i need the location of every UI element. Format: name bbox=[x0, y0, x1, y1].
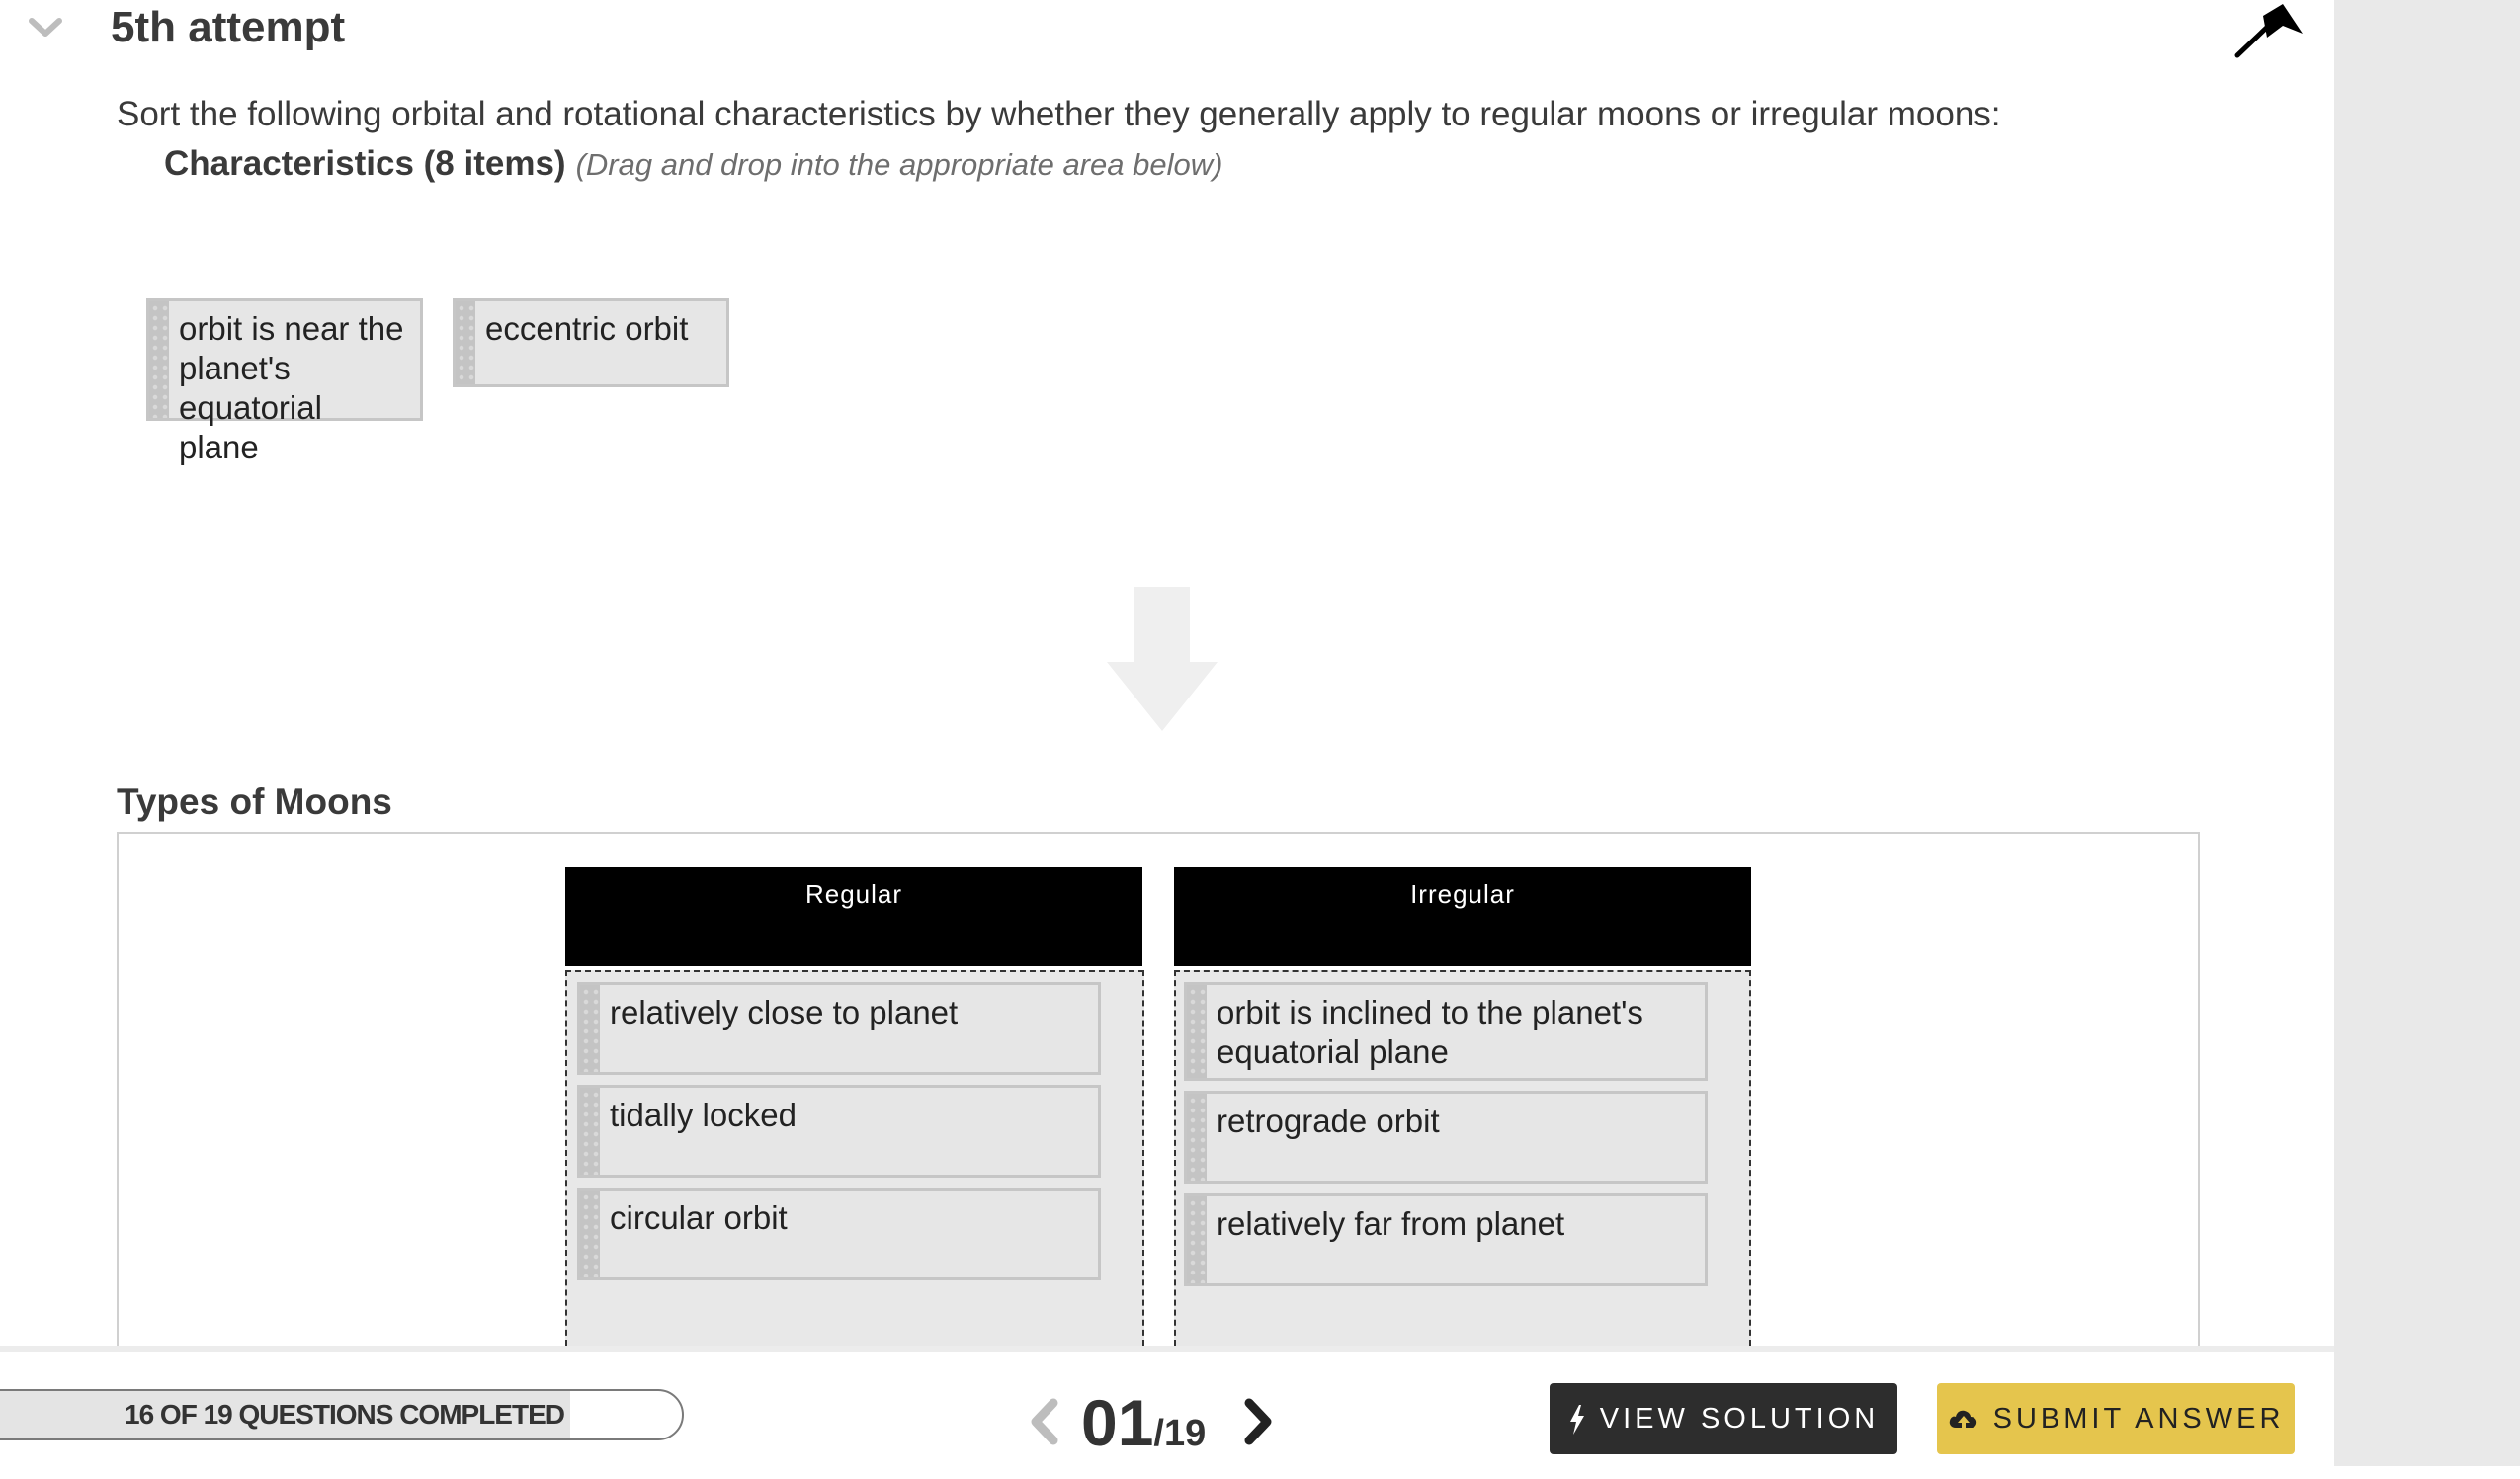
submit-answer-label: SUBMIT ANSWER bbox=[1992, 1403, 2285, 1435]
regular-item[interactable]: circular orbit bbox=[577, 1188, 1101, 1280]
right-gutter bbox=[2334, 0, 2520, 1466]
irregular-item[interactable]: relatively far from planet bbox=[1184, 1193, 1708, 1286]
progress-text: 16 OF 19 QUESTIONS COMPLETED bbox=[125, 1399, 565, 1430]
flag-icon[interactable] bbox=[2233, 4, 2307, 59]
irregular-item[interactable]: retrograde orbit bbox=[1184, 1091, 1708, 1184]
down-arrow-icon bbox=[1107, 587, 1218, 731]
pager-total: /19 bbox=[1153, 1413, 1207, 1454]
chevron-right-icon[interactable] bbox=[1239, 1397, 1279, 1446]
chevron-down-icon[interactable] bbox=[28, 16, 63, 40]
progress-bar: 16 OF 19 QUESTIONS COMPLETED bbox=[0, 1389, 684, 1440]
drag-handle[interactable] bbox=[1187, 985, 1207, 1078]
question-prompt: Sort the following orbital and rotationa… bbox=[117, 95, 2001, 133]
drag-handle[interactable] bbox=[149, 301, 169, 418]
lightning-icon bbox=[1569, 1405, 1584, 1436]
characteristics-label: Characteristics (8 items) bbox=[164, 144, 566, 183]
item-label: tidally locked bbox=[610, 1097, 797, 1133]
pager-current: 01 bbox=[1081, 1386, 1154, 1459]
column-header-regular: Regular bbox=[565, 867, 1142, 966]
characteristics-heading: Characteristics (8 items) (Drag and drop … bbox=[164, 140, 1222, 195]
cloud-upload-icon bbox=[1949, 1411, 1976, 1431]
column-header-irregular: Irregular bbox=[1174, 867, 1751, 966]
attempt-title: 5th attempt bbox=[111, 3, 346, 51]
drag-handle[interactable] bbox=[580, 1088, 600, 1175]
item-label: circular orbit bbox=[610, 1199, 788, 1236]
regular-item[interactable]: relatively close to planet bbox=[577, 982, 1101, 1075]
item-label: orbit is inclined to the planet's equato… bbox=[1217, 994, 1643, 1070]
regular-item[interactable]: tidally locked bbox=[577, 1085, 1101, 1178]
drag-handle[interactable] bbox=[1187, 1094, 1207, 1181]
characteristics-hint: (Drag and drop into the appropriate area… bbox=[575, 147, 1223, 182]
item-label: relatively far from planet bbox=[1217, 1205, 1565, 1242]
view-solution-button[interactable]: VIEW SOLUTION bbox=[1550, 1383, 1897, 1454]
item-label: relatively close to planet bbox=[610, 994, 959, 1030]
source-item[interactable]: eccentric orbit bbox=[453, 298, 729, 387]
chevron-left-icon[interactable] bbox=[1024, 1397, 1063, 1446]
item-label: eccentric orbit bbox=[485, 310, 689, 347]
item-label: retrograde orbit bbox=[1217, 1103, 1440, 1139]
types-of-moons-container bbox=[117, 832, 2200, 1346]
drag-handle[interactable] bbox=[1187, 1196, 1207, 1283]
types-of-moons-heading: Types of Moons bbox=[117, 781, 392, 822]
item-label: orbit is near the planet's equatorial pl… bbox=[179, 310, 404, 465]
view-solution-label: VIEW SOLUTION bbox=[1599, 1403, 1880, 1435]
pager: 01/19 bbox=[1081, 1385, 1206, 1479]
drag-handle[interactable] bbox=[580, 985, 600, 1072]
submit-answer-button[interactable]: SUBMIT ANSWER bbox=[1937, 1383, 2295, 1454]
drag-handle[interactable] bbox=[456, 301, 475, 384]
drag-handle[interactable] bbox=[580, 1191, 600, 1277]
source-item[interactable]: orbit is near the planet's equatorial pl… bbox=[146, 298, 423, 465]
irregular-item[interactable]: orbit is inclined to the planet's equato… bbox=[1184, 982, 1708, 1081]
